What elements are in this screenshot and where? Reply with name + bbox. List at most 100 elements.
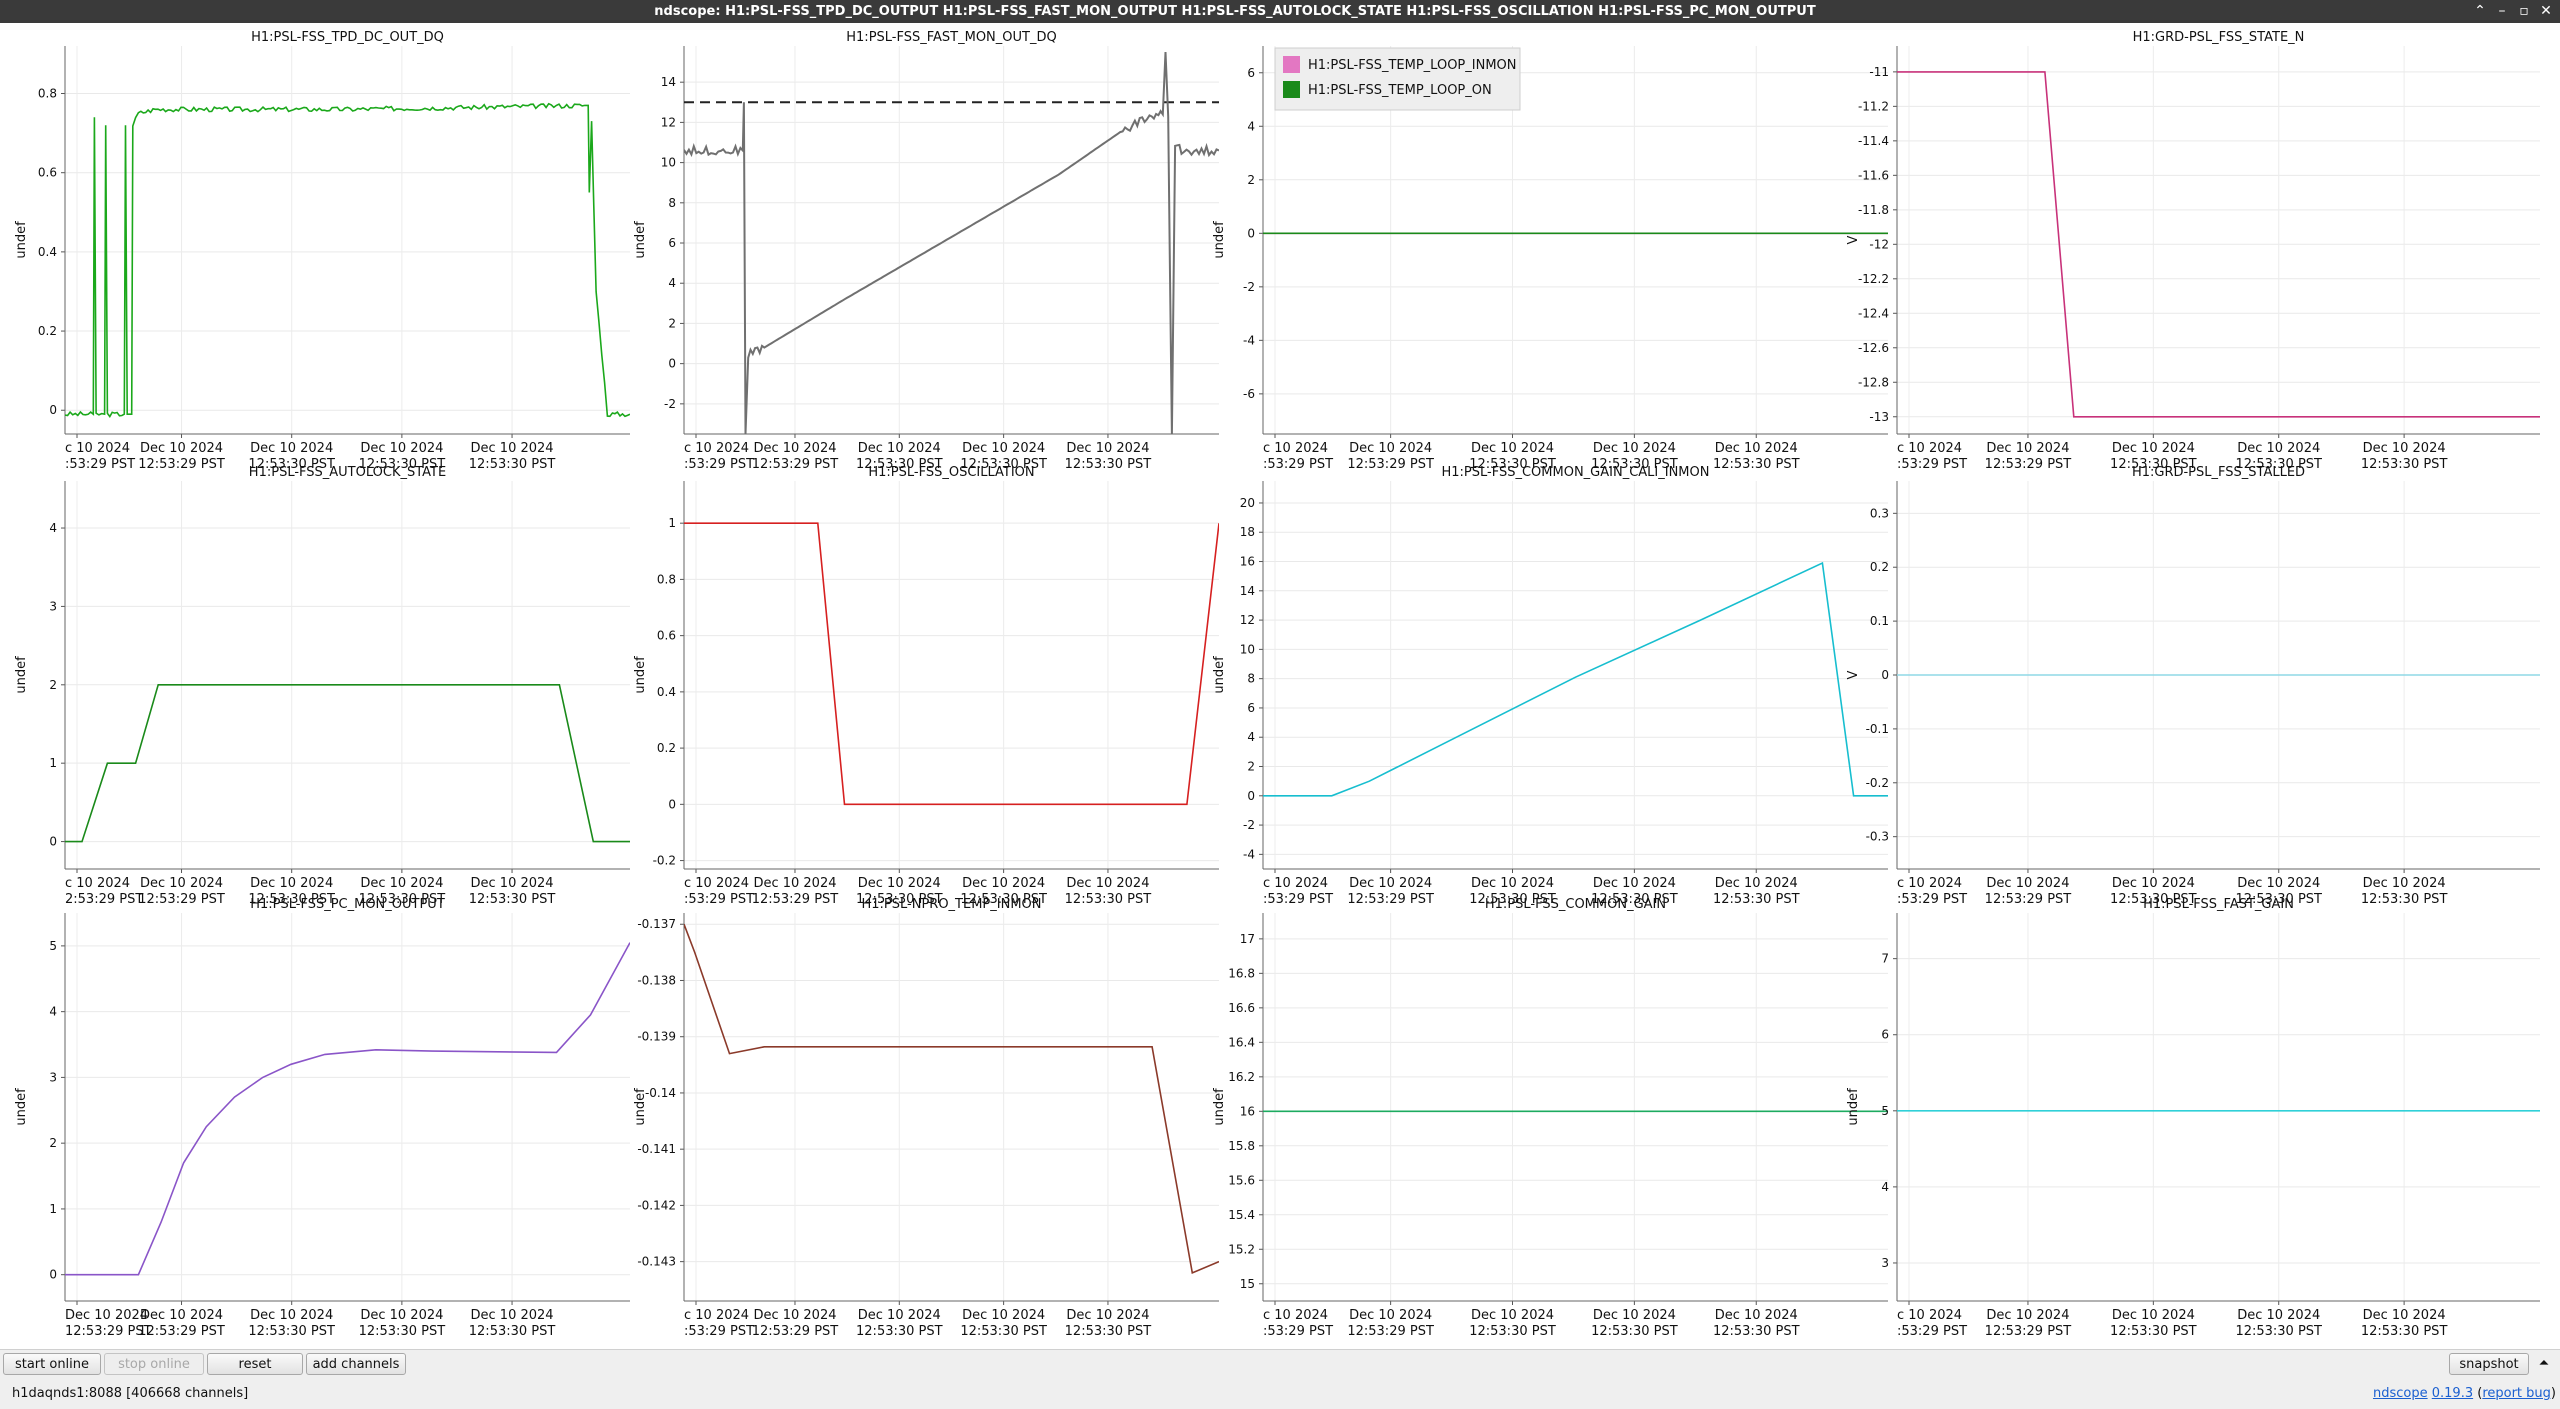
plot-panel-1[interactable]: H1:PSL-FSS_TPD_DC_OUT_DQ 0 0.2 0.4 0.6 0.8 und… (7, 29, 634, 474)
plot-panel-12[interactable]: H1:PSL-FSS_FAST_GAIN 3 4 5 6 7 undef c 10 2024:… (1839, 896, 2544, 1341)
x-tick-label: Dec 10 2024 (360, 441, 443, 456)
y-tick-label: 16.6 (1228, 1001, 1255, 1015)
x-tick-label: Dec 10 2024 (471, 1308, 554, 1323)
y-tick-label: -0.141 (637, 1142, 676, 1156)
plot-panel-6[interactable]: H1:PSL-FSS_OSCILLATION -0.2 0 0.2 0.4 0.6 0.8 1… (626, 464, 1223, 909)
x-tick-label: Dec 10 2024 (140, 441, 223, 456)
y-tick-label: -2 (1243, 280, 1255, 294)
y-tick-label: -0.139 (637, 1030, 676, 1044)
app-link[interactable]: ndscope (2373, 1386, 2428, 1401)
y-tick-label: 8 (1247, 672, 1255, 686)
x-tick-label: Dec 10 2024 (1715, 1308, 1798, 1323)
grid-lines (1897, 46, 2540, 434)
x-tick-label: Dec 10 2024 (753, 441, 836, 456)
legend-label: H1:PSL-FSS_TEMP_LOOP_ON (1308, 83, 1492, 98)
plot-title: H1:PSL-FSS_COMMON_GAIN (1485, 897, 1666, 912)
series-line (65, 102, 630, 418)
plot-panel-9[interactable]: H1:PSL-FSS_PC_MON_OUTPUT 0 1 2 3 4 5 undef Dec 1… (7, 896, 634, 1341)
y-tick-label: -12.6 (1858, 341, 1889, 355)
x-tick-label-time: :53:29 PST (1263, 1324, 1333, 1339)
plot-panel-4[interactable]: H1:GRD-PSL_FSS_STATE_N -13 -12.8 -12.6 -12.4… (1839, 29, 2544, 474)
y-tick-label: 16.4 (1228, 1035, 1255, 1049)
y-tick-label: 3 (49, 1070, 57, 1084)
x-tick-label: c 10 2024 (65, 876, 130, 891)
y-tick-label: 15.6 (1228, 1173, 1255, 1187)
x-tick-label: Dec 10 2024 (250, 876, 333, 891)
y-tick-label: 2 (49, 1136, 57, 1150)
x-tick-label: Dec 10 2024 (65, 1308, 148, 1323)
plot-panel-8[interactable]: H1:GRD-PSL_FSS_STALLED -0.3 -0.2 -0.1 0 0.1 0.… (1839, 464, 2544, 909)
reset-button[interactable]: reset (207, 1353, 303, 1375)
plot-title: H1:PSL-FSS_COMMON_GAIN_CALI_INMON (1442, 465, 1710, 480)
y-tick-label: 2 (1247, 760, 1255, 774)
plot-title: H1:GRD-PSL_FSS_STALLED (2132, 465, 2305, 480)
y-tick-label: 0.4 (38, 245, 57, 259)
y-tick-label: 0 (668, 357, 676, 371)
y-tick-label: 0 (1247, 789, 1255, 803)
start-online-button[interactable]: start online (3, 1353, 101, 1375)
x-tick-label: Dec 10 2024 (360, 1308, 443, 1323)
add-channels-button[interactable]: add channels (306, 1353, 406, 1375)
app-info: ndscope 0.19.3 (report bug) (2373, 1386, 2556, 1401)
y-tick-label: 15.8 (1228, 1139, 1255, 1153)
plot-title: H1:GRD-PSL_FSS_STATE_N (2133, 30, 2305, 45)
report-bug-link[interactable]: report bug (2482, 1386, 2551, 1401)
y-tick-label: 6 (1881, 1028, 1889, 1042)
plot-panel-5[interactable]: H1:PSL-FSS_AUTOLOCK_STATE 0 1 2 3 4 undef c 10 … (7, 464, 634, 909)
maximize-button[interactable]: ▫ (2513, 1, 2535, 22)
plot-panel-2[interactable]: H1:PSL-FSS_FAST_MON_OUT_DQ -2 0 2 4 6 8 10 12 14 u… (626, 29, 1223, 474)
version-link[interactable]: 0.19.3 (2432, 1386, 2473, 1401)
y-tick-label: 4 (49, 521, 57, 535)
close-button[interactable]: ✕ (2535, 1, 2557, 22)
y-axis-label: V (1846, 670, 1861, 679)
y-tick-label: 1 (668, 516, 676, 530)
plot-panel-3[interactable]: -6-4-20246undefc 10 2024:53:29 PSTDec 10… (1205, 29, 1892, 474)
grid-lines (1263, 913, 1888, 1301)
x-tick-label: Dec 10 2024 (2363, 876, 2446, 891)
y-tick-label: -12.2 (1858, 272, 1889, 286)
plot-panel-10[interactable]: H1:PSL-NPRO_TEMP_INMON-0.143-0.142-0.141… (626, 896, 1223, 1341)
y-tick-label: 5 (49, 939, 57, 953)
y-axis-label: undef (1212, 221, 1227, 259)
y-tick-label: 17 (1240, 932, 1255, 946)
grid-lines (684, 46, 1219, 434)
minimize-button[interactable]: – (2491, 1, 2513, 22)
y-tick-label: -0.143 (637, 1255, 676, 1269)
legend-label: H1:PSL-FSS_TEMP_LOOP_INMON (1308, 58, 1517, 73)
expand-panel-icon[interactable]: ⏶ (2532, 1353, 2556, 1375)
x-tick-label-time: 12:53:29 PST (752, 1324, 839, 1339)
y-tick-label: 0.2 (657, 741, 676, 755)
plot-grid: H1:PSL-FSS_TPD_DC_OUT_DQ 0 0.2 0.4 0.6 0.8 und… (0, 23, 2560, 1349)
y-tick-label: 0.8 (38, 87, 57, 101)
x-tick-label-time: 12:53:30 PST (1469, 1324, 1556, 1339)
grid-lines (1263, 481, 1888, 869)
y-tick-label: -13 (1869, 410, 1889, 424)
server-status: h1daqnds1:8088 [406668 channels] (12, 1386, 249, 1401)
x-tick-label-time: 12:53:30 PST (1591, 1324, 1678, 1339)
x-tick-label: Dec 10 2024 (753, 876, 836, 891)
x-tick-label-time: 12:53:30 PST (1713, 1324, 1800, 1339)
y-tick-label: 18 (1240, 525, 1255, 539)
x-tick-label: c 10 2024 (1897, 876, 1962, 891)
y-axis-label: undef (1212, 656, 1227, 694)
keep-above-button[interactable]: ⌃ (2469, 1, 2491, 22)
snapshot-button[interactable]: snapshot (2449, 1353, 2529, 1375)
report-close-paren: ) (2550, 1386, 2556, 1401)
stop-online-button[interactable]: stop online (104, 1353, 204, 1375)
y-tick-label: 0.2 (1870, 560, 1889, 574)
y-tick-label: 10 (1240, 642, 1255, 656)
y-tick-label: -11.8 (1858, 203, 1889, 217)
plot-panel-11[interactable]: H1:PSL-FSS_COMMON_GAIN 15 15.2 15.4 15.6 15.8… (1205, 896, 1892, 1341)
x-tick-label-time: 12:53:30 PST (960, 1324, 1047, 1339)
y-tick-label: 0 (1247, 226, 1255, 240)
y-tick-label: 16.8 (1228, 966, 1255, 980)
y-tick-label: -12.8 (1858, 375, 1889, 389)
plot-panel-7[interactable]: H1:PSL-FSS_COMMON_GAIN_CALI_INMON -4 -2 0 2 4… (1205, 464, 1892, 909)
x-tick-label-time: 12:53:30 PST (2235, 1324, 2322, 1339)
y-tick-label: 4 (1247, 119, 1255, 133)
x-tick-label: c 10 2024 (65, 441, 130, 456)
status-bar: h1daqnds1:8088 [406668 channels] ndscope… (0, 1380, 2560, 1409)
grid-lines (684, 913, 1219, 1301)
x-tick-label: Dec 10 2024 (1986, 1308, 2069, 1323)
y-tick-label: 15.2 (1228, 1242, 1255, 1256)
